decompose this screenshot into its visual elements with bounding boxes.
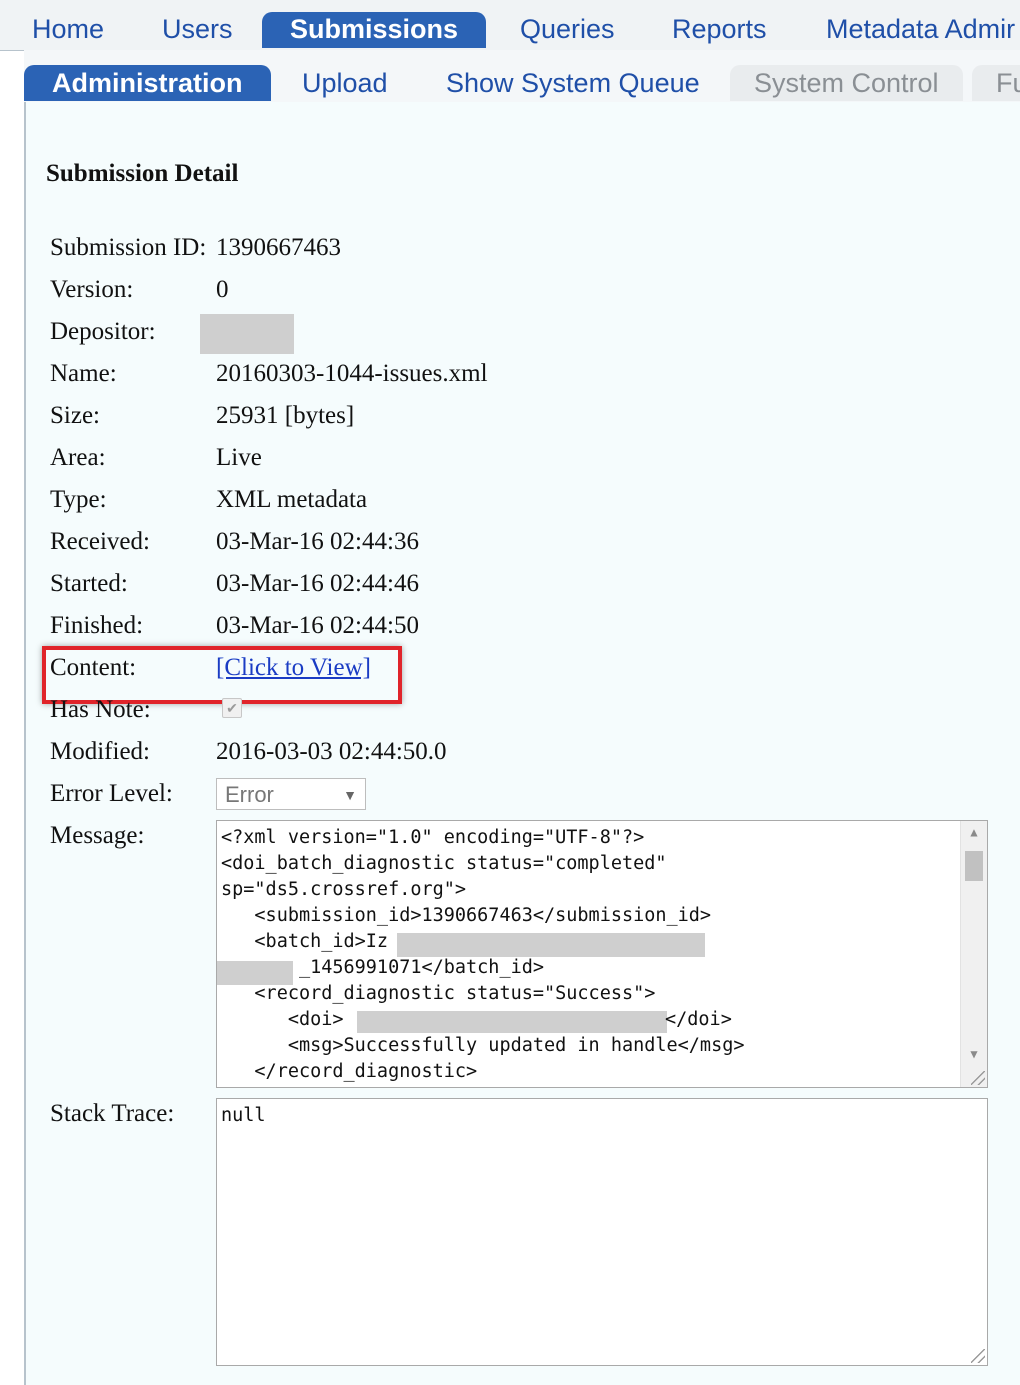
sub-nav: Administration Upload Show System Queue … [24, 50, 1020, 104]
tab-reports[interactable]: Reports [672, 12, 767, 46]
message-line: <doi> [221, 1009, 344, 1030]
resize-grip-icon[interactable] [971, 1071, 985, 1085]
depositor-label: Depositor: [50, 318, 156, 345]
message-line: </record_diagnostic> [221, 1061, 478, 1082]
started-value: 03-Mar-16 02:44:46 [216, 570, 419, 597]
tab-submissions[interactable]: Submissions [262, 12, 487, 48]
type-label: Type: [50, 486, 107, 513]
page-title: Submission Detail [46, 160, 239, 187]
doi-redacted [357, 1011, 667, 1033]
modified-value: 2016-03-03 02:44:50.0 [216, 738, 447, 765]
subtab-show-system-queue[interactable]: Show System Queue [446, 65, 700, 101]
arrow-down-icon[interactable]: ▼ [961, 1043, 987, 1065]
message-scrollbar[interactable]: ▲ ▼ [960, 821, 987, 1087]
name-label: Name: [50, 360, 117, 387]
area-value: Live [216, 444, 262, 471]
error-level-select[interactable]: Error ▼ [216, 778, 366, 810]
message-line: sp="ds5.crossref.org"> [221, 879, 467, 900]
message-line: <doi_batch_diagnostic status="completed" [221, 853, 667, 874]
subtab-upload[interactable]: Upload [302, 65, 388, 101]
message-line: <record_diagnostic status="Success"> [221, 983, 656, 1004]
has-note-checkbox[interactable]: ✔ [222, 698, 242, 718]
error-level-label: Error Level: [50, 780, 173, 807]
arrow-up-icon[interactable]: ▲ [961, 821, 987, 843]
received-value: 03-Mar-16 02:44:36 [216, 528, 419, 555]
submission-detail-panel: Submission Detail Submission ID: 1390667… [24, 102, 1020, 1385]
top-nav: Home Users Submissions Queries Reports M… [0, 0, 1020, 51]
message-line: <batch_id>Iz [221, 931, 389, 952]
area-label: Area: [50, 444, 106, 471]
submission-id-value: 1390667463 [216, 234, 341, 261]
started-label: Started: [50, 570, 128, 597]
stack-trace-value: null [221, 1105, 266, 1126]
message-label: Message: [50, 822, 145, 849]
size-label: Size: [50, 402, 100, 429]
subtab-system-control: System Control [730, 65, 963, 101]
size-value: 25931 [bytes] [216, 402, 355, 429]
stack-trace-label: Stack Trace: [50, 1100, 175, 1127]
finished-label: Finished: [50, 612, 144, 639]
message-line: <msg>Successfully updated in handle</msg… [221, 1035, 745, 1056]
tab-users[interactable]: Users [162, 12, 233, 46]
finished-value: 03-Mar-16 02:44:50 [216, 612, 419, 639]
name-value: 20160303-1044-issues.xml [216, 360, 488, 387]
message-line-tail: </doi> [665, 1009, 732, 1030]
version-value: 0 [216, 276, 229, 303]
message-line: <submission_id>1390667463</submission_id… [221, 905, 712, 926]
has-note-label: Has Note: [50, 696, 151, 723]
stack-trace-textarea[interactable]: null [216, 1098, 988, 1366]
batch-id-redacted [397, 933, 705, 957]
version-label: Version: [50, 276, 134, 303]
resize-grip-icon[interactable] [971, 1349, 985, 1363]
type-value: XML metadata [216, 486, 368, 513]
scrollbar-thumb[interactable] [965, 851, 983, 881]
received-label: Received: [50, 528, 150, 555]
subtab-fu: Fu [972, 65, 1020, 101]
tab-queries[interactable]: Queries [520, 12, 615, 46]
message-textarea[interactable]: <?xml version="1.0" encoding="UTF-8"?> <… [216, 820, 988, 1088]
checkmark-icon: ✔ [226, 700, 238, 716]
tab-metadata-admin[interactable]: Metadata Admir [826, 12, 1015, 46]
modified-label: Modified: [50, 738, 150, 765]
depositor-redacted [200, 314, 294, 354]
chevron-down-icon: ▼ [343, 787, 357, 803]
tab-home[interactable]: Home [32, 12, 104, 46]
subtab-administration[interactable]: Administration [24, 65, 271, 101]
error-level-selected: Error [225, 782, 274, 807]
submission-id-label: Submission ID: [50, 234, 207, 261]
message-line: <?xml version="1.0" encoding="UTF-8"?> [221, 827, 645, 848]
